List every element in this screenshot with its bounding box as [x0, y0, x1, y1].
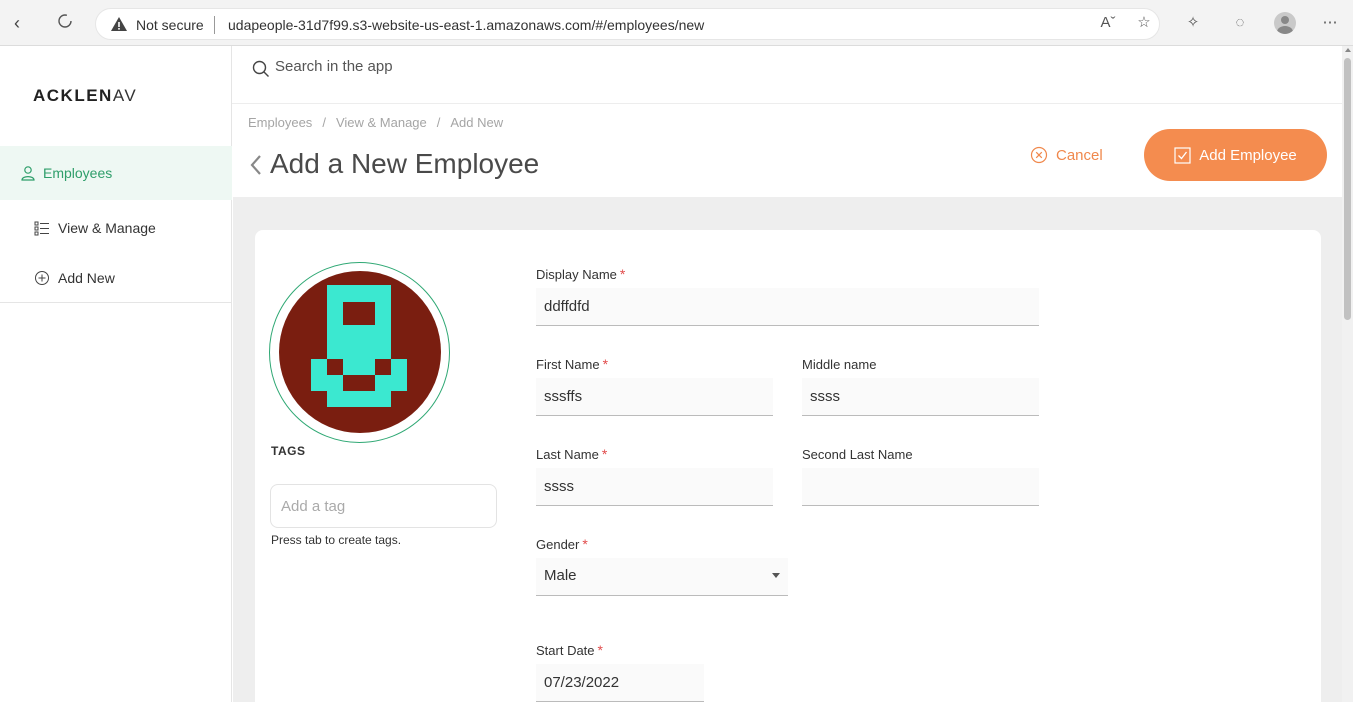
- logo-thin: AV: [112, 86, 138, 105]
- display-name-label: Display Name *: [536, 266, 625, 282]
- search-icon: [252, 60, 269, 77]
- add-employee-button[interactable]: Add Employee: [1144, 129, 1327, 181]
- avatar[interactable]: [279, 271, 441, 433]
- required-marker: *: [619, 266, 626, 282]
- gender-select[interactable]: Male: [536, 558, 788, 596]
- back-icon[interactable]: ‹: [6, 12, 28, 34]
- sidebar-item-add-new[interactable]: Add New: [0, 251, 232, 305]
- extensions-icon[interactable]: ✧: [1183, 13, 1203, 33]
- plus-circle-icon: [35, 271, 49, 285]
- cancel-label: Cancel: [1056, 146, 1103, 164]
- last-name-field[interactable]: [536, 468, 773, 506]
- start-date-label: Start Date *: [536, 642, 603, 658]
- required-marker: *: [602, 356, 609, 372]
- second-last-name-field[interactable]: [802, 468, 1039, 506]
- scroll-up-icon[interactable]: [1345, 48, 1351, 52]
- favorite-add-icon[interactable]: ☆: [1134, 13, 1154, 33]
- breadcrumb-add-new: Add New: [450, 115, 504, 130]
- sidebar-divider: [0, 302, 232, 303]
- first-name-label-text: First Name: [536, 357, 600, 372]
- display-name-label-text: Display Name: [536, 267, 617, 282]
- first-name-field[interactable]: [536, 378, 773, 416]
- security-status: Not secure: [136, 17, 204, 33]
- browser-toolbar: ‹ Not secure udapeople-31d7f99.s3-websit…: [0, 0, 1353, 46]
- list-icon: [34, 221, 49, 236]
- required-marker: *: [597, 642, 603, 658]
- checkbox-icon: [1174, 146, 1191, 164]
- scrollbar-thumb[interactable]: [1344, 58, 1351, 320]
- sidebar-item-label: Add New: [58, 270, 115, 286]
- url-path: /#/employees/new: [591, 17, 705, 33]
- middle-name-label: Middle name: [802, 357, 877, 372]
- gender-label: Gender *: [536, 536, 588, 552]
- collections-icon[interactable]: ◌: [1230, 13, 1250, 33]
- tags-label: TAGS: [271, 444, 306, 458]
- gender-label-text: Gender: [536, 537, 580, 552]
- sidebar-item-employees[interactable]: Employees: [0, 146, 232, 200]
- read-aloud-icon[interactable]: Aˇ: [1098, 13, 1118, 33]
- breadcrumb: Employees / View & Manage / Add New: [248, 115, 503, 130]
- app-search: [240, 52, 1048, 86]
- refresh-icon[interactable]: [54, 12, 76, 34]
- add-employee-label: Add Employee: [1199, 146, 1297, 164]
- address-bar[interactable]: Not secure udapeople-31d7f99.s3-website-…: [95, 8, 1160, 40]
- start-date-label-text: Start Date: [536, 643, 595, 658]
- middle-name-field[interactable]: [802, 378, 1039, 416]
- logo-bold: ACKLEN: [33, 86, 113, 105]
- profile-avatar-icon[interactable]: [1274, 12, 1296, 34]
- identicon-image: [311, 285, 407, 407]
- display-name-field[interactable]: [536, 288, 1039, 326]
- tag-input[interactable]: [270, 484, 497, 528]
- dropdown-arrow-icon: [772, 573, 780, 578]
- page-scrollbar[interactable]: [1342, 46, 1353, 702]
- url-text: udapeople-31d7f99.s3-website-us-east-1.a…: [228, 17, 704, 33]
- url-host: udapeople-31d7f99.s3-website-us-east-1.a…: [228, 17, 592, 33]
- sidebar-item-label: View & Manage: [58, 220, 156, 236]
- tag-hint: Press tab to create tags.: [271, 533, 402, 547]
- gender-selected-value: Male: [544, 567, 577, 584]
- start-date-field[interactable]: [536, 664, 704, 702]
- last-name-label: Last Name *: [536, 446, 607, 462]
- user-icon: [21, 166, 35, 181]
- cancel-circle-icon: [1030, 146, 1048, 164]
- back-chevron-icon[interactable]: [248, 154, 264, 176]
- breadcrumb-separator: /: [322, 115, 326, 130]
- header-divider: [232, 103, 1342, 104]
- logo: ACKLENAV: [33, 86, 137, 106]
- search-input[interactable]: [275, 58, 1035, 75]
- address-separator: [214, 16, 215, 34]
- cancel-button[interactable]: Cancel: [1030, 140, 1103, 170]
- required-marker: *: [601, 446, 608, 462]
- breadcrumb-separator: /: [436, 115, 441, 130]
- page-title: Add a New Employee: [270, 148, 540, 179]
- more-options-icon[interactable]: ⋯: [1320, 13, 1340, 33]
- warning-icon: [111, 17, 127, 31]
- first-name-label: First Name *: [536, 356, 608, 372]
- breadcrumb-employees[interactable]: Employees: [248, 115, 312, 130]
- sidebar-item-label: Employees: [43, 165, 113, 181]
- sidebar: ACKLENAV Employees View & Manage Add New: [0, 46, 232, 702]
- second-last-name-label: Second Last Name: [802, 447, 913, 462]
- last-name-label-text: Last Name: [536, 447, 599, 462]
- breadcrumb-view-manage[interactable]: View & Manage: [336, 115, 427, 130]
- required-marker: *: [582, 536, 588, 552]
- sidebar-item-view-manage[interactable]: View & Manage: [0, 201, 232, 255]
